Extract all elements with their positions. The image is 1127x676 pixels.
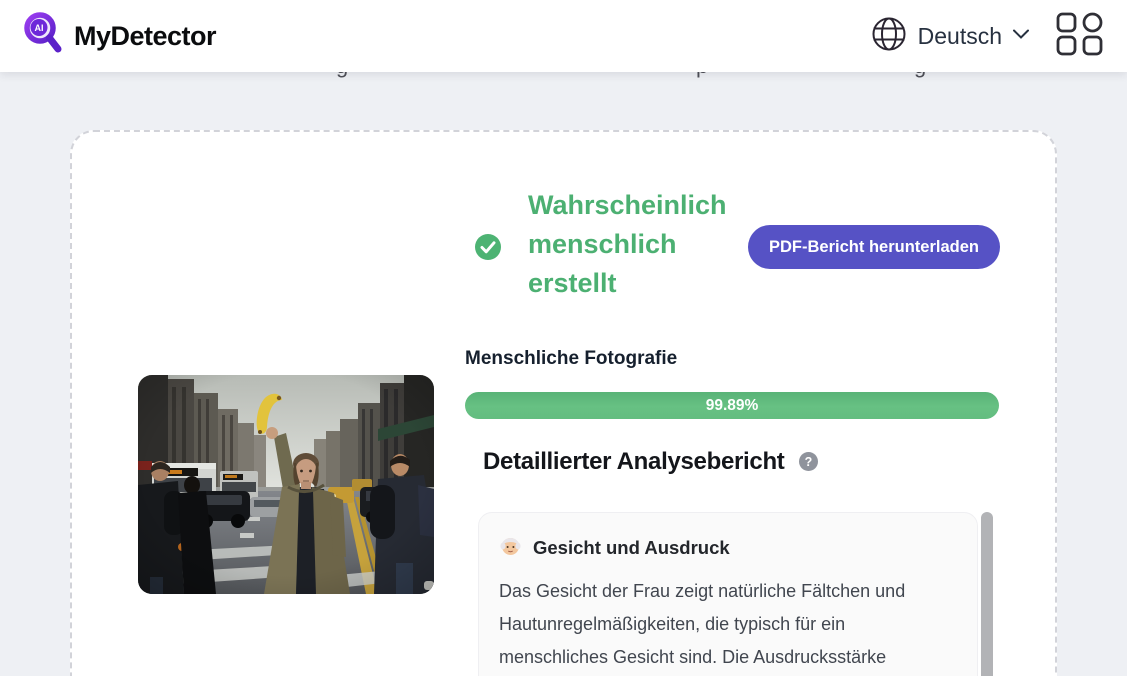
globe-icon bbox=[870, 15, 908, 58]
analysis-section-body: Das Gesicht der Frau zeigt natürliche Fä… bbox=[499, 575, 957, 674]
brand-name: MyDetector bbox=[74, 21, 216, 52]
clipped-scrolled-text: g p g bbox=[0, 72, 1127, 84]
question-mark-icon[interactable]: ? bbox=[799, 452, 818, 476]
language-label: Deutsch bbox=[918, 23, 1002, 50]
report-title: Detaillierter Analysebericht bbox=[483, 448, 785, 476]
category-label: Menschliche Fotografie bbox=[465, 348, 677, 370]
header: AI MyDetector Deutsch bbox=[0, 0, 1127, 72]
svg-text:AI: AI bbox=[35, 23, 44, 33]
text-fragment: p bbox=[696, 72, 708, 79]
ai-magnifier-icon: AI bbox=[22, 11, 66, 62]
text-fragment: g bbox=[914, 72, 926, 79]
analysis-section-heading: Gesicht und Ausdruck bbox=[533, 537, 730, 559]
apps-grid-icon bbox=[1056, 12, 1103, 61]
header-actions: Deutsch bbox=[870, 12, 1103, 61]
language-selector[interactable]: Deutsch bbox=[870, 15, 1030, 58]
confidence-progress-bar: 99.89% bbox=[465, 392, 999, 419]
apps-grid-button[interactable] bbox=[1056, 12, 1103, 61]
pdf-download-button[interactable]: PDF-Bericht herunterladen bbox=[748, 225, 1000, 269]
report-title-row: Detaillierter Analysebericht ? bbox=[483, 448, 818, 476]
confidence-value: 99.89% bbox=[706, 397, 759, 415]
analysis-panel[interactable]: Gesicht und Ausdruck Das Gesicht der Fra… bbox=[478, 512, 978, 676]
brand-logo[interactable]: AI MyDetector bbox=[22, 11, 216, 62]
text-fragment: g bbox=[336, 72, 348, 79]
check-circle-icon bbox=[474, 233, 502, 266]
analysis-scrollbar-thumb[interactable] bbox=[981, 512, 993, 676]
old-woman-emoji bbox=[499, 534, 522, 562]
chevron-down-icon bbox=[1012, 27, 1030, 45]
svg-text:?: ? bbox=[804, 454, 812, 468]
verdict-text: Wahrscheinlich menschlich erstellt bbox=[528, 186, 768, 303]
analyzed-photo bbox=[138, 375, 434, 594]
app-root: AI MyDetector Deutsch bbox=[0, 0, 1127, 676]
analysis-section-head: Gesicht und Ausdruck bbox=[499, 534, 957, 562]
